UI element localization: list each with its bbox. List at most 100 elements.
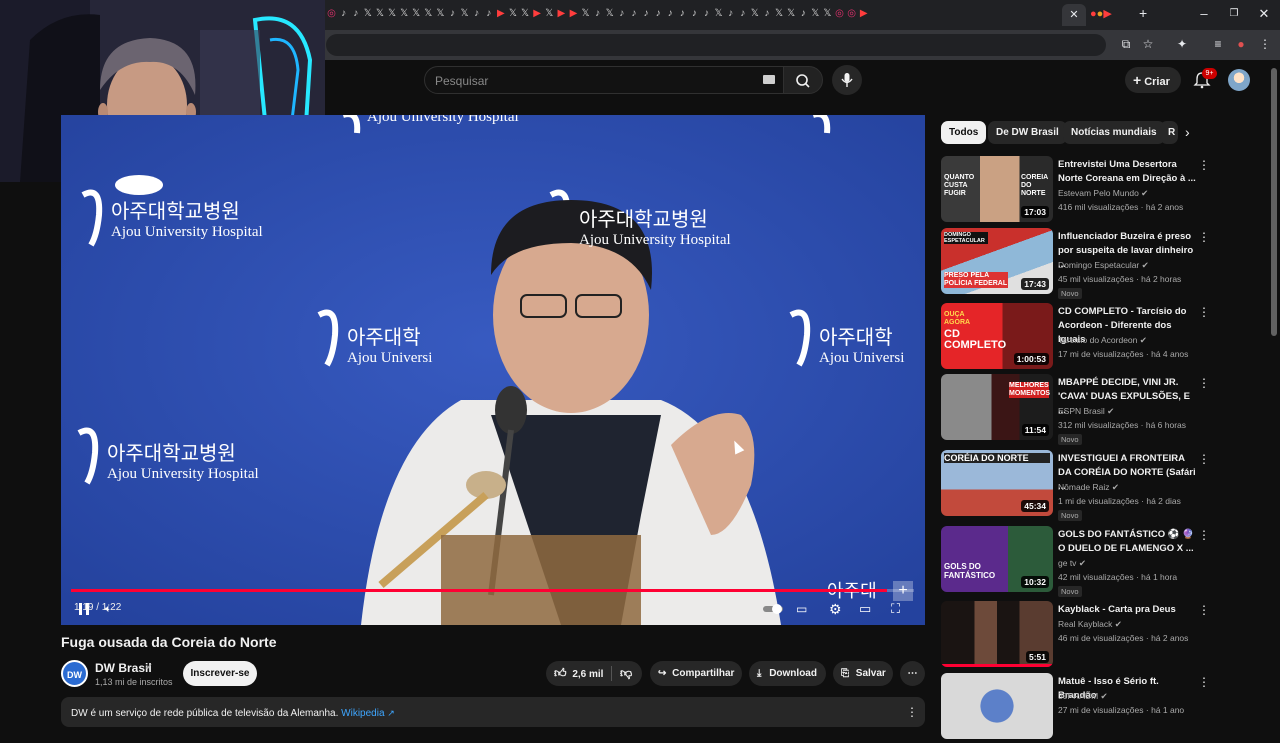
list-item[interactable]: Matuê - Isso é Sério ft. Brandão 30PRAUM… [941, 673, 1221, 743]
ig-tab-favicon-icon[interactable]: ◎ [326, 7, 337, 21]
recommendation-channel[interactable]: Domingo Espetacular ✔ [1058, 260, 1149, 271]
x-tab-favicon-icon[interactable]: 𝕏 [399, 7, 410, 21]
account-avatar[interactable] [1228, 69, 1250, 91]
subscribe-button[interactable]: Inscrever-se [183, 661, 257, 686]
x-tab-favicon-icon[interactable]: 𝕏 [386, 7, 397, 21]
subtitles-icon[interactable]: ▭ [796, 599, 807, 619]
chip-truncated[interactable]: R [1160, 121, 1178, 144]
video-thumbnail[interactable]: OUÇA AGORA CD COMPLETO 1:00:53 [941, 303, 1053, 369]
more-vert-icon[interactable]: ⋮ [1198, 376, 1210, 390]
keyboard-icon[interactable] [763, 75, 775, 84]
more-vert-icon[interactable]: ⋮ [1198, 158, 1210, 172]
list-item[interactable]: MELHORES MOMENTOS 11:54 MBAPPÉ DECIDE, V… [941, 374, 1221, 445]
bookmark-star-icon[interactable]: ☆ [1140, 37, 1156, 51]
x-tab-favicon-icon[interactable]: 𝕏 [773, 7, 784, 21]
video-thumbnail[interactable] [941, 673, 1053, 739]
extensions-icon[interactable]: ✦ [1174, 37, 1190, 51]
x-tab-favicon-icon[interactable]: 𝕏 [786, 7, 797, 21]
channel-name[interactable]: DW Brasil [95, 661, 152, 675]
tiktok-tab-favicon-icon[interactable]: ♪ [592, 7, 603, 21]
tiktok-tab-favicon-icon[interactable]: ♪ [640, 7, 651, 21]
search-button[interactable] [783, 66, 823, 94]
close-window-icon[interactable]: ✕ [1256, 6, 1272, 22]
list-item[interactable]: OUÇA AGORA CD COMPLETO 1:00:53 CD COMPLE… [941, 303, 1221, 373]
tiktok-tab-favicon-icon[interactable]: ♪ [350, 7, 361, 21]
tiktok-tab-favicon-icon[interactable]: ♪ [616, 7, 627, 21]
progress-bar[interactable] [71, 589, 914, 592]
recommendation-title[interactable]: GOLS DO FANTÁSTICO ⚽ 🔮 O DUELO DE FLAMEN… [1058, 528, 1196, 556]
fullscreen-icon[interactable]: ⛶ [891, 599, 900, 619]
more-vert-icon[interactable]: ⋮ [1198, 230, 1210, 244]
tiktok-tab-favicon-icon[interactable]: ♪ [689, 7, 700, 21]
tiktok-tab-favicon-icon[interactable]: ♪ [653, 7, 664, 21]
list-item[interactable]: CORÉIA DO NORTE 45:34 INVESTIGUEI A FRON… [941, 450, 1221, 521]
video-player[interactable]: 아주대학교병원 Ajou University Hospital 아주대학교병원… [61, 115, 925, 625]
like-button[interactable]: 👍︎ 2,6 mil [554, 661, 606, 687]
voice-search-button[interactable] [832, 65, 862, 95]
wikipedia-link[interactable]: Wikipedia [341, 708, 384, 719]
x-tab-favicon-icon[interactable]: 𝕏 [810, 7, 821, 21]
video-thumbnail[interactable]: QUANTO CUSTA FUGIR COREIA DO NORTE 17:03 [941, 156, 1053, 222]
chip-de-dw-brasil[interactable]: De DW Brasil [988, 121, 1067, 144]
tiktok-tab-favicon-icon[interactable]: ♪ [447, 7, 458, 21]
video-thumbnail[interactable]: DOMINGO ESPETACULAR PRESO PELA POLÍCIA F… [941, 228, 1053, 294]
x-tab-favicon-icon[interactable]: 𝕏 [544, 7, 555, 21]
download-button[interactable]: ⤓ Download [749, 661, 826, 686]
more-actions-button[interactable]: ⋯ [900, 661, 925, 686]
recommendation-channel[interactable]: Tarcísio do Acordeon ✔ [1058, 335, 1147, 346]
video-thumbnail[interactable]: GOLS DO FANTÁSTICO 10:32 [941, 526, 1053, 592]
description-menu-icon[interactable]: ⋮ [906, 705, 918, 719]
recommendation-channel[interactable]: ge tv ✔ [1058, 558, 1086, 569]
share-button[interactable]: ↪ Compartilhar [650, 661, 742, 686]
x-tab-favicon-icon[interactable]: 𝕏 [604, 7, 615, 21]
x-tab-favicon-icon[interactable]: 𝕏 [411, 7, 422, 21]
browser-menu-icon[interactable]: ⋮ [1257, 37, 1273, 51]
dislike-button[interactable]: 👎︎ [620, 661, 632, 687]
tiktok-tab-favicon-icon[interactable]: ♪ [483, 7, 494, 21]
x-tab-favicon-icon[interactable]: 𝕏 [374, 7, 385, 21]
video-thumbnail[interactable]: MELHORES MOMENTOS 11:54 [941, 374, 1053, 440]
chip-todos[interactable]: Todos [941, 121, 987, 144]
channel-avatar[interactable]: DW [61, 660, 88, 687]
more-vert-icon[interactable]: ⋮ [1198, 305, 1210, 319]
x-tab-favicon-icon[interactable]: 𝕏 [520, 7, 531, 21]
tiktok-tab-favicon-icon[interactable]: ♪ [701, 7, 712, 21]
address-bar[interactable] [326, 34, 1106, 56]
media-control-icon[interactable]: ≡ [1210, 37, 1226, 51]
more-vert-icon[interactable]: ⋮ [1198, 603, 1210, 617]
recommendation-title[interactable]: Kayblack - Carta pra Deus [1058, 603, 1196, 617]
x-tab-favicon-icon[interactable]: 𝕏 [822, 7, 833, 21]
save-button[interactable]: ⎘ Salvar [833, 661, 893, 686]
x-tab-favicon-icon[interactable]: 𝕏 [459, 7, 470, 21]
yt-tab-favicon-icon[interactable]: ▶ [858, 7, 869, 21]
search-input[interactable] [435, 72, 735, 90]
yt-tab-favicon-icon[interactable]: ▶ [568, 7, 579, 21]
minimize-icon[interactable]: – [1196, 6, 1212, 21]
recommendation-channel[interactable]: Real Kayblack ✔ [1058, 619, 1122, 630]
yt-tab-favicon-icon[interactable]: ▶ [556, 7, 567, 21]
recommendation-channel[interactable]: Nômade Raiz ✔ [1058, 482, 1119, 493]
tiktok-tab-favicon-icon[interactable]: ♪ [628, 7, 639, 21]
tiktok-tab-favicon-icon[interactable]: ♪ [725, 7, 736, 21]
x-tab-favicon-icon[interactable]: 𝕏 [507, 7, 518, 21]
video-thumbnail[interactable]: CORÉIA DO NORTE 45:34 [941, 450, 1053, 516]
youtube-tab-favicon-icon[interactable]: ●●▶ [1090, 7, 1112, 20]
page-scrollbar[interactable] [1271, 68, 1277, 336]
recommendation-title[interactable]: Entrevistei Uma Desertora Norte Coreana … [1058, 158, 1196, 186]
recommendation-channel[interactable]: 30PRAUM ✔ [1058, 691, 1108, 702]
create-button[interactable]: + Criar [1125, 67, 1181, 93]
install-app-icon[interactable]: ⧉ [1118, 37, 1134, 52]
tiktok-tab-favicon-icon[interactable]: ♪ [338, 7, 349, 21]
maximize-icon[interactable]: ❐ [1226, 8, 1242, 19]
more-vert-icon[interactable]: ⋮ [1198, 675, 1210, 689]
more-vert-icon[interactable]: ⋮ [1198, 452, 1210, 466]
tiktok-tab-favicon-icon[interactable]: ♪ [471, 7, 482, 21]
search-box[interactable] [424, 66, 784, 94]
ig-tab-favicon-icon[interactable]: ◎ [834, 7, 845, 21]
autoplay-toggle[interactable] [761, 599, 785, 619]
x-tab-favicon-icon[interactable]: 𝕏 [580, 7, 591, 21]
tiktok-tab-favicon-icon[interactable]: ♪ [677, 7, 688, 21]
x-tab-favicon-icon[interactable]: 𝕏 [362, 7, 373, 21]
ig-tab-favicon-icon[interactable]: ◎ [846, 7, 857, 21]
list-item[interactable]: QUANTO CUSTA FUGIR COREIA DO NORTE 17:03… [941, 156, 1221, 226]
